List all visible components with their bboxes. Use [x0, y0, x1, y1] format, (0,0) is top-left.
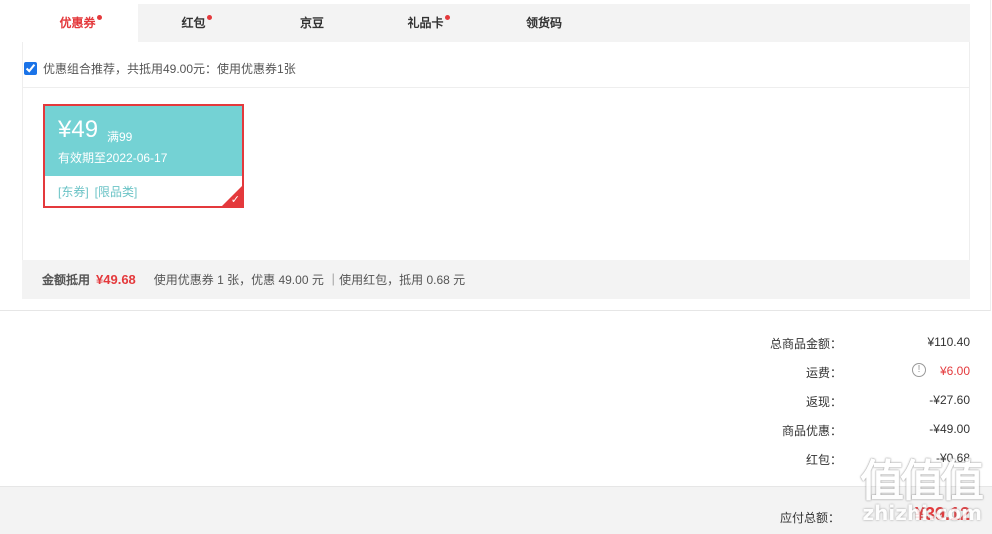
discount-value: -¥49.00	[929, 422, 970, 436]
tab-gift-card[interactable]: 礼品卡	[370, 4, 486, 42]
subtotal-value: ¥110.40	[928, 335, 971, 349]
coupon-condition: 满99	[107, 128, 132, 145]
total-value: ¥39.12	[915, 504, 970, 525]
coupon-tag: [东券]	[58, 185, 89, 199]
coupon-header: ¥49 满99 有效期至2022-06-17	[45, 106, 242, 176]
price-row-red-packet: 红包： -¥0.68	[710, 446, 970, 470]
discount-tabs: 优惠券 红包 京豆 礼品卡 领货码	[22, 4, 970, 42]
combo-text: 优惠组合推荐，共抵用49.00元：使用优惠券1张	[43, 60, 296, 77]
price-row-shipping: 运费： ! ¥6.00	[710, 359, 970, 383]
summary-detail: 使用优惠券 1 张，优惠 49.00 元 ｜使用红包，抵用 0.68 元	[154, 271, 465, 288]
tab-gift-card-label: 礼品卡	[407, 16, 443, 30]
total-bar: 应付总额： ¥39.12	[0, 486, 992, 534]
subtotal-label: 总商品金额：	[770, 335, 842, 352]
tab-red-packet-dot	[207, 15, 212, 20]
tab-redeem-code[interactable]: 领货码	[486, 4, 602, 42]
combo-recommendation[interactable]: 优惠组合推荐，共抵用49.00元：使用优惠券1张	[22, 60, 296, 76]
red-packet-value: -¥0.68	[936, 451, 970, 465]
total-label: 应付总额：	[780, 509, 840, 526]
coupon-tags: [东券] [限品类]	[58, 183, 143, 200]
check-icon: ✓	[231, 194, 240, 206]
shipping-value: ¥6.00	[940, 364, 970, 378]
coupon-expiry: 有效期至2022-06-17	[58, 149, 167, 166]
coupon-amount: ¥49	[58, 116, 98, 144]
summary-amount: ¥49.68	[96, 272, 136, 287]
shipping-label: 运费：	[806, 364, 842, 381]
tab-jingdou[interactable]: 京豆	[254, 4, 370, 42]
discount-label: 商品优惠：	[782, 422, 842, 439]
price-row-discount: 商品优惠： -¥49.00	[710, 417, 970, 441]
tab-coupon[interactable]: 优惠券	[22, 4, 138, 42]
summary-label: 金额抵用	[42, 271, 90, 288]
info-icon[interactable]: !	[912, 363, 926, 377]
tab-gift-card-dot	[445, 15, 450, 20]
tab-coupon-label: 优惠券	[59, 16, 95, 30]
tab-redeem-code-label: 领货码	[526, 16, 562, 30]
cashback-label: 返现：	[806, 393, 842, 410]
tab-jingdou-label: 京豆	[300, 16, 324, 30]
red-packet-label: 红包：	[806, 451, 842, 468]
coupon-card[interactable]: ¥49 满99 有效期至2022-06-17 [东券] [限品类] ✓	[43, 104, 244, 208]
discount-panel: 优惠券 红包 京豆 礼品卡 领货码 优惠组合推荐，共抵用49.00元：使用优惠券…	[0, 0, 991, 311]
combo-checkbox[interactable]	[24, 62, 37, 75]
tab-red-packet-label: 红包	[181, 16, 205, 30]
price-row-subtotal: 总商品金额： ¥110.40	[710, 330, 970, 354]
coupon-tag: [限品类]	[95, 185, 138, 199]
cashback-value: -¥27.60	[929, 393, 970, 407]
divider	[22, 87, 970, 88]
tab-coupon-dot	[97, 15, 102, 20]
price-row-cashback: 返现： -¥27.60	[710, 388, 970, 412]
discount-summary: 金额抵用 ¥49.68 使用优惠券 1 张，优惠 49.00 元 ｜使用红包，抵…	[22, 260, 970, 299]
tab-red-packet[interactable]: 红包	[138, 4, 254, 42]
